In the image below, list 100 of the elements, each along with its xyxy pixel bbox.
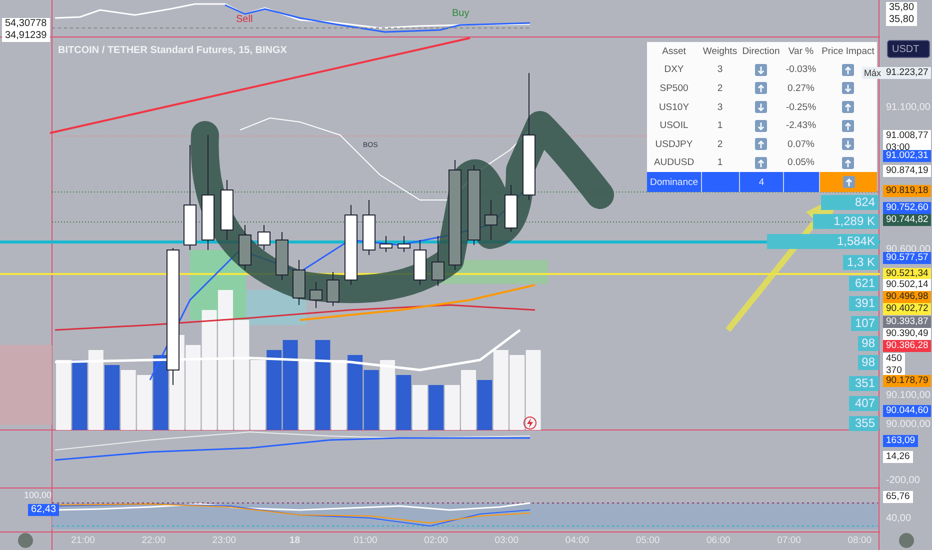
dominance-value: 4 bbox=[739, 172, 783, 192]
price-tag: 163,09 bbox=[883, 435, 918, 447]
circle-icon[interactable] bbox=[18, 533, 33, 548]
volume-profile-bar: 351 bbox=[849, 376, 879, 391]
indicator-value-label: 54,30778 bbox=[2, 18, 50, 30]
price-tag: 65,76 bbox=[883, 491, 913, 503]
scale-label: 100,00 bbox=[24, 490, 52, 501]
candlestick bbox=[484, 200, 498, 240]
candlestick bbox=[292, 260, 306, 306]
column-header: Direction bbox=[741, 44, 781, 59]
table-cell-text: 3 bbox=[716, 63, 724, 78]
volume-bar bbox=[56, 360, 71, 430]
price-tag: 90.402,72 bbox=[883, 303, 932, 315]
candlestick bbox=[220, 180, 234, 240]
volume-profile-bar: 98 bbox=[858, 355, 879, 370]
volume-profile-bar: 1,289 K bbox=[813, 214, 879, 229]
volume-bar bbox=[104, 365, 120, 430]
table-cell-text: 0.05% bbox=[786, 156, 816, 170]
currency-button[interactable]: USDT bbox=[887, 40, 930, 58]
dominance-label: Dominance bbox=[647, 172, 701, 192]
volume-bar bbox=[380, 360, 395, 430]
table-cell-text: -0.03% bbox=[784, 63, 818, 78]
table-cell-text: 0.27% bbox=[786, 82, 816, 96]
table-cell-text: US10Y bbox=[658, 100, 690, 115]
price-tag: 90.386,28 bbox=[883, 340, 932, 352]
candlestick bbox=[504, 184, 518, 232]
candlestick bbox=[398, 236, 410, 252]
volume-bar bbox=[120, 370, 136, 430]
candlestick bbox=[238, 224, 252, 270]
volume-profile-bar: 107 bbox=[850, 316, 879, 331]
price-tick-label: -200,00 bbox=[886, 475, 920, 487]
indicator-value-label: 34,91239 bbox=[2, 30, 50, 42]
table-cell-text: USOIL bbox=[658, 119, 690, 134]
volume-profile-bar: 98 bbox=[858, 336, 879, 351]
table-cell-text: -0.25% bbox=[784, 100, 818, 115]
candlestick bbox=[310, 282, 322, 308]
oscillator-value-tag: 62,43 bbox=[28, 504, 60, 516]
volume-bar bbox=[331, 360, 346, 430]
price-tag: 90.393,87 bbox=[883, 316, 932, 328]
candlestick bbox=[380, 236, 392, 252]
price-tag: 91.002,31 bbox=[883, 150, 932, 162]
max-label: Máx bbox=[862, 67, 884, 79]
table-cell-text: 2 bbox=[716, 82, 724, 96]
volume-profile-bar: 407 bbox=[849, 396, 879, 411]
axis-value-label: 35,80 bbox=[886, 14, 918, 26]
price-tag: 90.044,60 bbox=[883, 405, 932, 417]
candlestick bbox=[258, 224, 270, 250]
column-header: Weights bbox=[702, 44, 738, 59]
volume-profile-bar: 1,3 K bbox=[842, 255, 879, 270]
table-cell-text: 3 bbox=[716, 100, 724, 115]
candlestick bbox=[276, 232, 288, 280]
chart-title: BITCOIN / TETHER Standard Futures, 15, BINGX bbox=[58, 45, 287, 56]
candlestick bbox=[326, 272, 340, 306]
price-tick-label: 90.100,00 bbox=[886, 390, 930, 402]
volume-bar bbox=[72, 360, 88, 430]
price-tag: 90.178,79 bbox=[883, 375, 932, 387]
price-tag: 90.819,18 bbox=[883, 185, 932, 197]
table-cell-text: 1 bbox=[716, 156, 724, 170]
table-cell-text: -2.43% bbox=[784, 119, 818, 134]
volume-profile-bar: 1,584K bbox=[767, 234, 879, 249]
volume-bar bbox=[137, 375, 152, 430]
price-tick-label: 40,00 bbox=[886, 513, 912, 525]
volume-bar bbox=[461, 370, 476, 430]
volume-profile-bar: 621 bbox=[849, 276, 879, 291]
table-cell-text: 2 bbox=[716, 138, 724, 152]
column-header: Asset bbox=[661, 44, 687, 59]
volume-bar bbox=[396, 375, 412, 430]
volume-bar bbox=[364, 370, 379, 430]
candlestick bbox=[414, 240, 426, 286]
candlestick bbox=[362, 200, 376, 256]
table-cell bbox=[701, 172, 739, 192]
price-tag: 450 370 bbox=[883, 353, 905, 377]
volume-bar bbox=[299, 360, 314, 430]
price-tag: 90.390,49 bbox=[883, 328, 932, 340]
candlestick bbox=[432, 236, 444, 286]
price-tag: 91.223,27 bbox=[883, 67, 932, 79]
price-tag: 90.577,57 bbox=[883, 252, 932, 264]
price-tick-label: 91.100,00 bbox=[886, 102, 930, 114]
axis-value-label: 35,80 bbox=[886, 2, 918, 14]
table-cell-text: SP500 bbox=[658, 82, 690, 96]
price-tag: 90.752,60 bbox=[883, 202, 932, 214]
price-tag: 90.874,19 bbox=[883, 165, 932, 177]
table-cell-text: 1 bbox=[716, 119, 724, 134]
table-cell-text: USDJPY bbox=[654, 138, 694, 152]
price-tag: 90.502,14 bbox=[883, 279, 932, 291]
circle-icon[interactable] bbox=[899, 533, 914, 548]
volume-profile-bar: 824 bbox=[821, 195, 879, 210]
price-tag: 90.496,98 bbox=[883, 291, 932, 303]
volume-profile-bar: 355 bbox=[849, 416, 879, 431]
price-tag: 90.521,34 bbox=[883, 268, 932, 280]
volume-profile-bar: 391 bbox=[849, 296, 879, 311]
volume-bar bbox=[444, 385, 460, 430]
signal-label: Sell bbox=[236, 14, 253, 25]
table-cell-text: DXY bbox=[663, 63, 685, 78]
table-cell-text: 0.07% bbox=[786, 138, 816, 152]
column-header: Var % bbox=[787, 44, 815, 59]
price-tag: 90.744,82 bbox=[883, 214, 932, 226]
lightning-icon[interactable] bbox=[523, 416, 537, 430]
column-header: Price Impact bbox=[820, 44, 876, 59]
volume-bar bbox=[412, 385, 428, 430]
